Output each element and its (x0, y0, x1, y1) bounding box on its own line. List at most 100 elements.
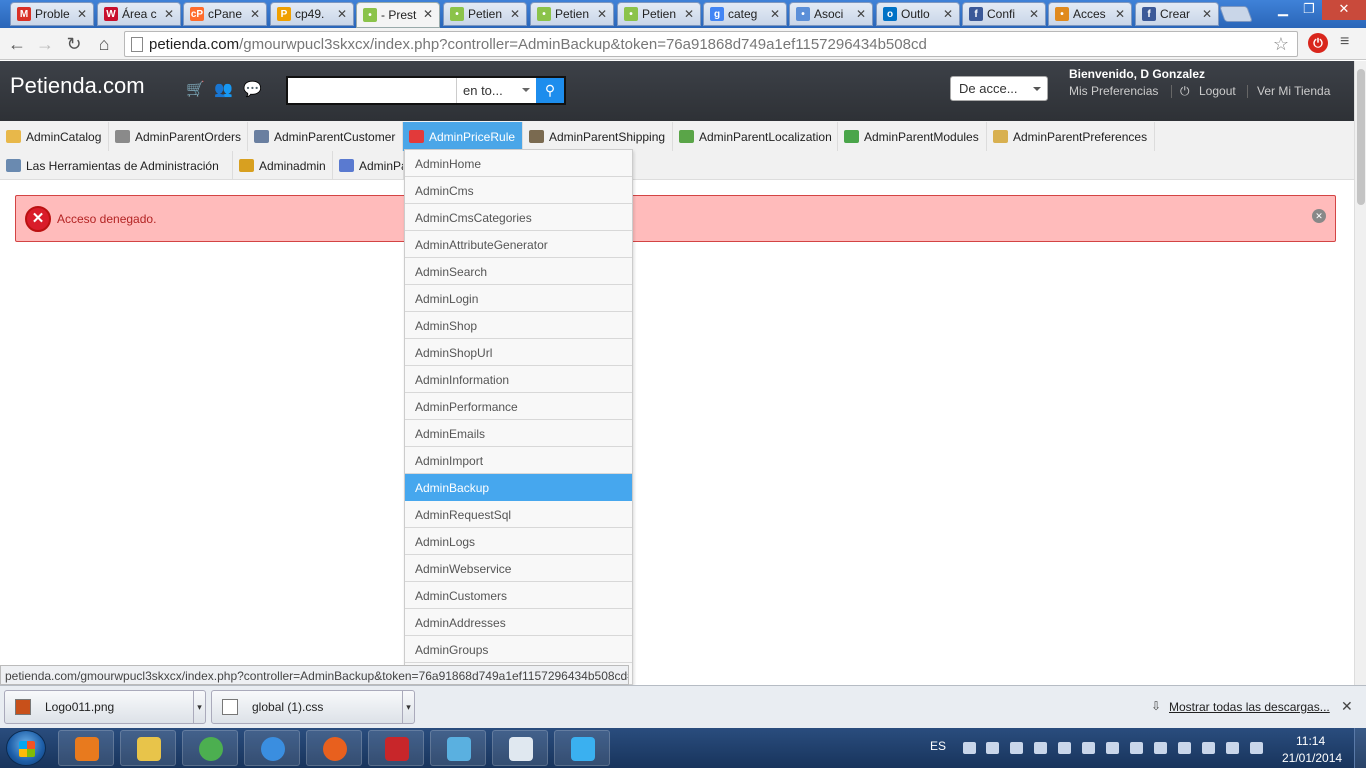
menu-tab-adminadmin[interactable]: Adminadmin (233, 151, 333, 180)
browser-tab[interactable]: g categ ✕ (703, 2, 787, 26)
tray-icon[interactable] (1250, 742, 1263, 754)
submenu-item[interactable]: AdminShop (405, 312, 632, 339)
submenu-item[interactable]: AdminPerformance (405, 393, 632, 420)
alert-close-icon[interactable]: ✕ (1312, 209, 1326, 223)
tab-close-icon[interactable]: ✕ (1202, 7, 1212, 21)
submenu-item[interactable]: AdminAddresses (405, 609, 632, 636)
address-bar[interactable]: petienda.com/gmourwpucl3skxcx/index.php?… (124, 31, 1298, 57)
tray-icon[interactable] (1202, 742, 1215, 754)
menu-tab-adminpricerule[interactable]: AdminPriceRule (403, 122, 523, 151)
tray-icon[interactable] (1058, 742, 1071, 754)
browser-tab[interactable]: W Área c ✕ (97, 2, 181, 26)
taskbar-firefox[interactable] (306, 730, 362, 766)
browser-tab[interactable]: • Asoci ✕ (789, 2, 873, 26)
menu-tab-adminparentorders[interactable]: AdminParentOrders (109, 122, 248, 151)
minimize-button[interactable]: ▁ (1270, 0, 1296, 20)
forward-icon[interactable]: → (33, 32, 57, 56)
submenu-item[interactable]: AdminRequestSql (405, 501, 632, 528)
browser-tab[interactable]: M Proble ✕ (10, 2, 94, 26)
tray-icon[interactable] (1034, 742, 1047, 754)
taskbar-internet-explorer[interactable] (244, 730, 300, 766)
download-menu-arrow[interactable]: ▾ (193, 691, 205, 723)
scrollbar-thumb[interactable] (1357, 69, 1365, 205)
window-close-button[interactable]: ✕ (1322, 0, 1366, 20)
browser-tab[interactable]: • - Prest ✕ (356, 2, 440, 28)
start-button[interactable] (6, 730, 46, 766)
submenu-item[interactable]: AdminGroups (405, 636, 632, 663)
download-item[interactable]: Logo011.png ▾ (4, 690, 206, 724)
bookmark-star-icon[interactable]: ☆ (1273, 34, 1289, 55)
taskbar-file-explorer[interactable] (120, 730, 176, 766)
browser-tab[interactable]: • Petien ✕ (530, 2, 614, 26)
submenu-item[interactable]: AdminEmails (405, 420, 632, 447)
home-icon[interactable]: ⌂ (92, 32, 116, 56)
customers-icon[interactable]: 👥 (214, 80, 233, 98)
taskbar-image-viewer[interactable] (430, 730, 486, 766)
tray-icon[interactable] (963, 742, 976, 754)
submenu-item[interactable]: AdminCustomers (405, 582, 632, 609)
tab-close-icon[interactable]: ✕ (856, 7, 866, 21)
tray-icon[interactable] (1154, 742, 1167, 754)
submenu-item[interactable]: AdminShopUrl (405, 339, 632, 366)
tab-close-icon[interactable]: ✕ (77, 7, 87, 21)
tab-close-icon[interactable]: ✕ (1029, 7, 1039, 21)
maximize-button[interactable]: ❐ (1296, 0, 1322, 20)
show-desktop-button[interactable] (1354, 728, 1366, 768)
submenu-item[interactable]: AdminLogs (405, 528, 632, 555)
tray-icon[interactable] (1226, 742, 1239, 754)
submenu-item[interactable]: AdminCms (405, 177, 632, 204)
tab-close-icon[interactable]: ✕ (597, 7, 607, 21)
browser-tab[interactable]: f Confi ✕ (962, 2, 1046, 26)
submenu-item[interactable]: AdminAttributeGenerator (405, 231, 632, 258)
browser-tab[interactable]: f Crear ✕ (1135, 2, 1219, 26)
tab-close-icon[interactable]: ✕ (684, 7, 694, 21)
browser-tab[interactable]: Pcp49. ✕ (270, 2, 354, 26)
browser-tab[interactable]: • Petien ✕ (617, 2, 701, 26)
tab-close-icon[interactable]: ✕ (1115, 7, 1125, 21)
messages-icon[interactable]: 💬 (243, 80, 262, 98)
menu-tab-adminpa[interactable]: AdminPa (333, 151, 404, 180)
submenu-item[interactable]: AdminSearch (405, 258, 632, 285)
submenu-item[interactable]: AdminInformation (405, 366, 632, 393)
extension-icon[interactable]: ⏻ (1308, 33, 1328, 53)
submenu-item[interactable]: AdminImport (405, 447, 632, 474)
preferences-link[interactable]: Mis Preferencias (1069, 84, 1158, 98)
menu-tab-adminparentpreferences[interactable]: AdminParentPreferences (987, 122, 1155, 151)
menu-tab-adminparentlocalization[interactable]: AdminParentLocalization (673, 122, 838, 151)
tab-close-icon[interactable]: ✕ (423, 7, 433, 21)
tab-close-icon[interactable]: ✕ (164, 7, 174, 21)
tray-icon[interactable] (986, 742, 999, 754)
download-item[interactable]: global (1).css ▾ (211, 690, 415, 724)
browser-tab[interactable]: o Outlo ✕ (876, 2, 960, 26)
download-menu-arrow[interactable]: ▾ (402, 691, 414, 723)
shop-brand[interactable]: Petienda.com (10, 73, 145, 99)
reload-icon[interactable]: ↻ (62, 32, 86, 56)
tab-close-icon[interactable]: ✕ (250, 7, 260, 21)
tab-close-icon[interactable]: ✕ (770, 7, 780, 21)
taskbar-star-app[interactable] (554, 730, 610, 766)
tray-icon[interactable] (1082, 742, 1095, 754)
show-all-downloads-link[interactable]: Mostrar todas las descargas... (1169, 700, 1330, 714)
tab-close-icon[interactable]: ✕ (943, 7, 953, 21)
tray-icon[interactable] (1106, 742, 1119, 754)
taskbar-media-player[interactable] (58, 730, 114, 766)
menu-tab-admincatalog[interactable]: AdminCatalog (0, 122, 109, 151)
logout-link[interactable]: Logout (1199, 84, 1236, 98)
browser-tab[interactable]: • Acces ✕ (1048, 2, 1132, 26)
search-button[interactable]: ⚲ (536, 78, 564, 103)
menu-tab-adminparentshipping[interactable]: AdminParentShipping (523, 122, 673, 151)
clock-time[interactable]: 11:14 (1296, 734, 1325, 748)
tray-icon[interactable] (1130, 742, 1143, 754)
browser-menu-icon[interactable]: ≡ (1340, 34, 1358, 52)
search-scope-select[interactable]: en to... (456, 78, 536, 103)
tray-icon[interactable] (1010, 742, 1023, 754)
submenu-item[interactable]: AdminHome (405, 150, 632, 177)
submenu-item[interactable]: AdminCmsCategories (405, 204, 632, 231)
menu-tab-las-herramientas-de-administración[interactable]: Las Herramientas de Administración (0, 151, 233, 180)
browser-tab[interactable]: cP cPane ✕ (183, 2, 267, 26)
search-input[interactable] (288, 78, 456, 103)
taskbar-chrome[interactable] (182, 730, 238, 766)
back-icon[interactable]: ← (5, 32, 29, 56)
tab-close-icon[interactable]: ✕ (510, 7, 520, 21)
new-tab-button[interactable] (1219, 6, 1253, 22)
